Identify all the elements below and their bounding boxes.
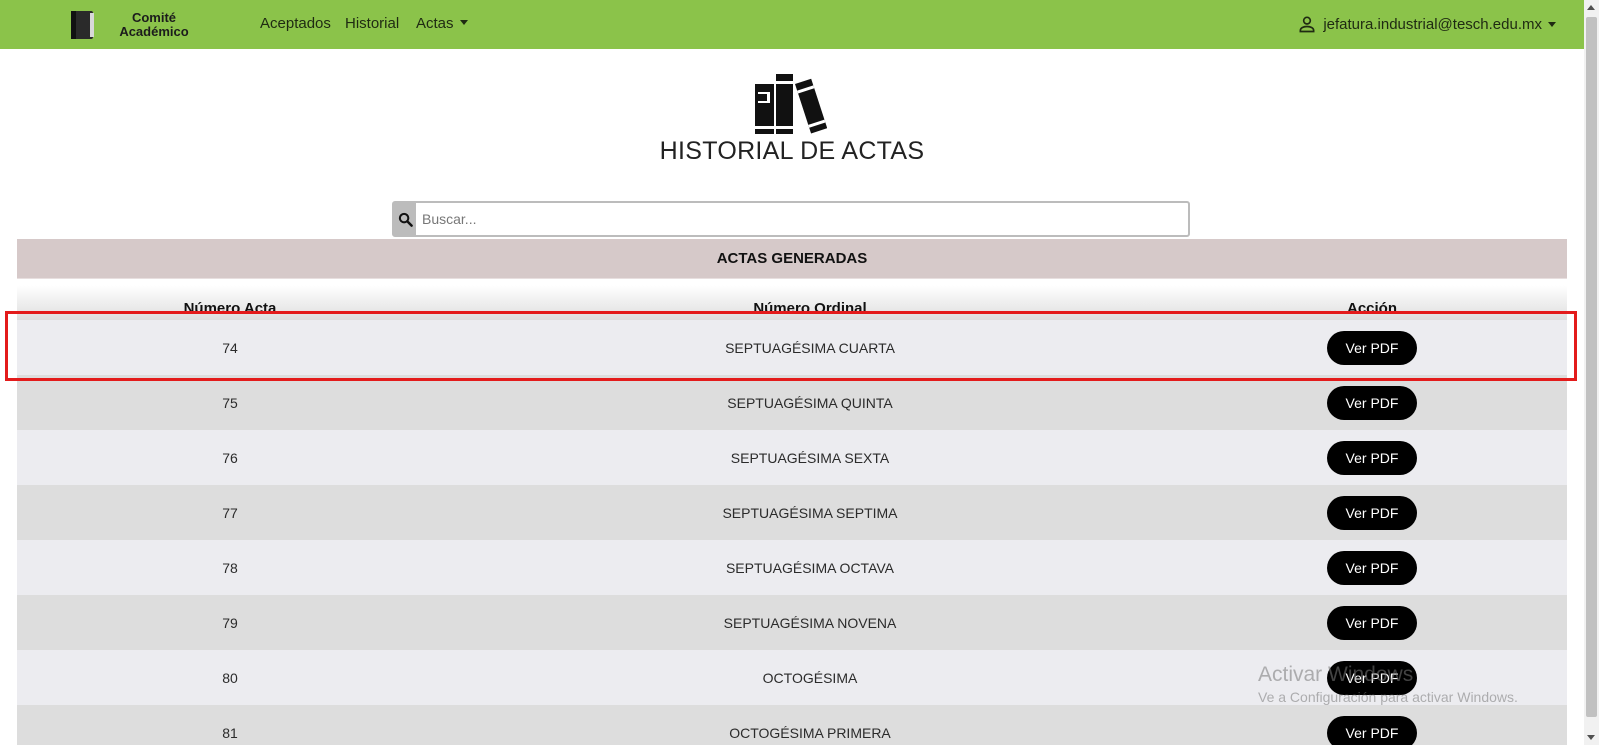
user-menu[interactable]: jefatura.industrial@tesch.edu.mx: [1297, 14, 1556, 34]
cell-numero-ordinal: SEPTUAGÉSIMA SEPTIMA: [722, 504, 898, 521]
table-row: 74 SEPTUAGÉSIMA CUARTA Ver PDF: [17, 320, 1567, 375]
cell-numero-ordinal: SEPTUAGÉSIMA OCTAVA: [725, 559, 895, 576]
table-header-row: Número Acta Número Ordinal Acción: [17, 279, 1567, 320]
cell-accion: Ver PDF: [1177, 330, 1567, 365]
ver-pdf-button[interactable]: Ver PDF: [1327, 715, 1417, 745]
nav-aceptados[interactable]: Aceptados: [260, 15, 331, 32]
cell-numero-acta: 81: [222, 724, 238, 741]
watermark-title: Activar Windows: [1258, 663, 1414, 686]
table-row: 79 SEPTUAGÉSIMA NOVENA Ver PDF: [17, 595, 1567, 650]
cell-accion: Ver PDF: [1177, 495, 1567, 530]
ver-pdf-button[interactable]: Ver PDF: [1327, 605, 1417, 640]
cell-numero-ordinal: SEPTUAGÉSIMA CUARTA: [725, 339, 895, 356]
search-icon: [398, 212, 413, 227]
nav-actas-label: Actas: [416, 15, 454, 32]
user-icon: [1299, 16, 1315, 33]
table-caption: ACTAS GENERADAS: [17, 239, 1567, 279]
table-row: 78 SEPTUAGÉSIMA OCTAVA Ver PDF: [17, 540, 1567, 595]
cell-numero-ordinal: OCTOGÉSIMA PRIMERA: [729, 724, 891, 741]
search-input[interactable]: [416, 203, 1188, 235]
brand[interactable]: Comité Académico: [68, 8, 189, 42]
cell-numero-acta: 76: [222, 449, 238, 466]
page-scrollbar[interactable]: [1584, 0, 1599, 745]
book-icon: [71, 11, 94, 39]
ver-pdf-button[interactable]: Ver PDF: [1327, 550, 1417, 585]
search-bar: [392, 201, 1190, 237]
top-navbar: Comité Académico Aceptados Historial Act…: [0, 0, 1584, 49]
cell-numero-ordinal: SEPTUAGÉSIMA QUINTA: [727, 394, 893, 411]
cell-accion: Ver PDF: [1177, 385, 1567, 420]
watermark-subtitle: Ve a Configuración para activar Windows.: [1258, 689, 1518, 705]
header-accion: Acción: [1346, 300, 1397, 317]
cell-numero-acta: 79: [222, 614, 238, 631]
cell-accion: Ver PDF: [1177, 715, 1567, 745]
nav-actas-dropdown[interactable]: Actas: [416, 15, 468, 32]
cell-numero-ordinal: SEPTUAGÉSIMA SEXTA: [730, 449, 890, 466]
cell-accion: Ver PDF: [1177, 605, 1567, 640]
cell-accion: Ver PDF: [1177, 550, 1567, 585]
cell-numero-acta: 78: [222, 559, 238, 576]
cell-accion: Ver PDF: [1177, 440, 1567, 475]
scrollbar-thumb[interactable]: [1586, 17, 1597, 717]
scroll-down-arrow-icon[interactable]: [1587, 735, 1595, 740]
cell-numero-acta: 77: [222, 504, 238, 521]
caret-down-icon: [1548, 21, 1556, 27]
books-icon: [755, 74, 827, 134]
table-row: 76 SEPTUAGÉSIMA SEXTA Ver PDF: [17, 430, 1567, 485]
ver-pdf-button[interactable]: Ver PDF: [1327, 385, 1417, 420]
ver-pdf-button[interactable]: Ver PDF: [1327, 330, 1417, 365]
windows-activation-watermark: Activar Windows Ve a Configuración para …: [1258, 662, 1518, 706]
search-button[interactable]: [394, 203, 416, 235]
table-row: 75 SEPTUAGÉSIMA QUINTA Ver PDF: [17, 375, 1567, 430]
table-row: 77 SEPTUAGÉSIMA SEPTIMA Ver PDF: [17, 485, 1567, 540]
header-numero-ordinal: Número Ordinal: [753, 300, 867, 317]
cell-numero-acta: 74: [222, 339, 238, 356]
scroll-up-arrow-icon[interactable]: [1587, 5, 1595, 10]
cell-numero-ordinal: OCTOGÉSIMA: [762, 669, 858, 686]
cell-numero-ordinal: SEPTUAGÉSIMA NOVENA: [723, 614, 897, 631]
table-row: 81 OCTOGÉSIMA PRIMERA Ver PDF: [17, 705, 1567, 745]
caret-down-icon: [459, 20, 468, 25]
brand-name: Comité Académico: [112, 11, 196, 39]
ver-pdf-button[interactable]: Ver PDF: [1327, 440, 1417, 475]
nav-historial[interactable]: Historial: [345, 15, 399, 32]
brand-line-2: Académico: [119, 24, 189, 39]
ver-pdf-button[interactable]: Ver PDF: [1327, 495, 1417, 530]
cell-numero-acta: 80: [222, 669, 238, 686]
cell-numero-acta: 75: [222, 394, 238, 411]
user-email: jefatura.industrial@tesch.edu.mx: [1323, 15, 1542, 33]
header-numero-acta: Número Acta: [183, 300, 277, 317]
brand-line-1: Comité: [131, 10, 177, 25]
page-title: HISTORIAL DE ACTAS: [659, 137, 925, 165]
